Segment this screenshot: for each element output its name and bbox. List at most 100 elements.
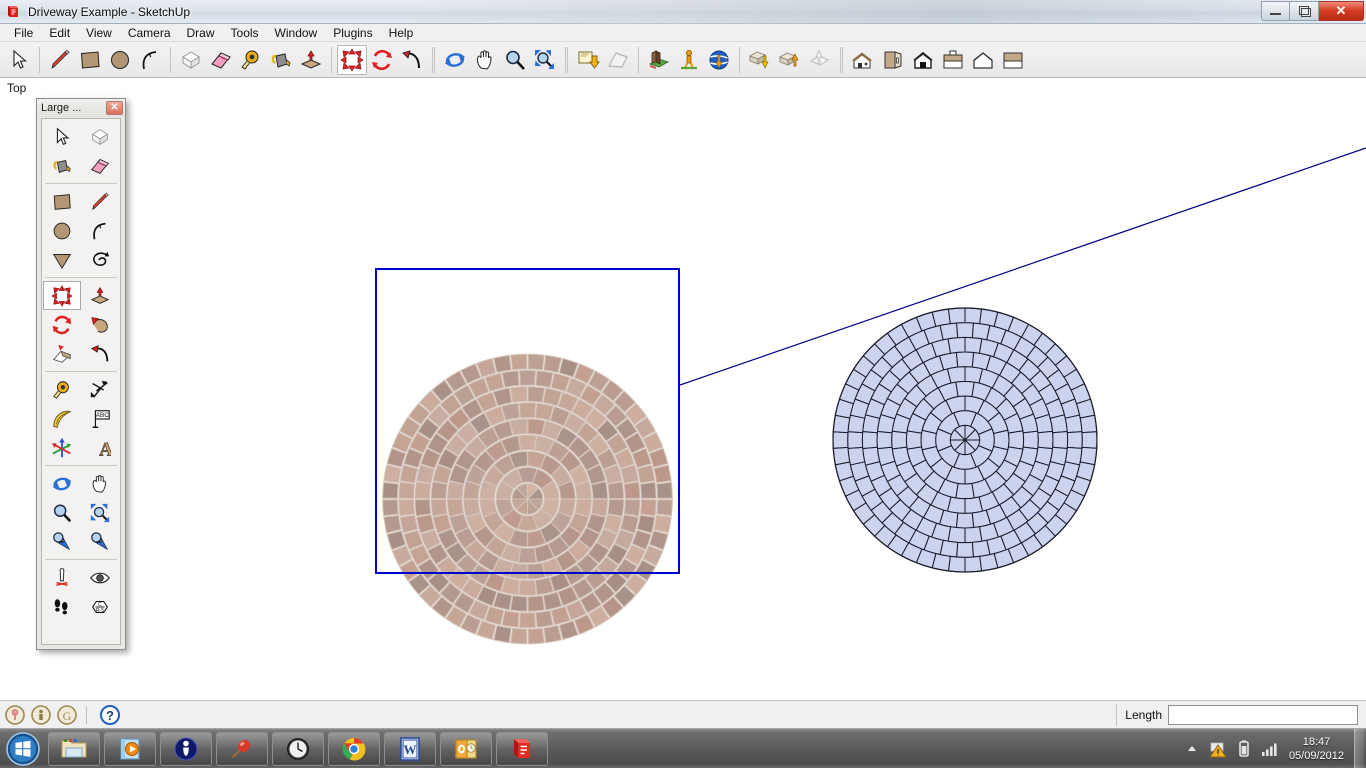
menu-edit[interactable]: Edit: [41, 25, 78, 41]
taskbar-windows-explorer[interactable]: [48, 731, 100, 766]
close-button[interactable]: ✕: [1319, 1, 1364, 21]
eraser-tool-button[interactable]: [206, 45, 236, 75]
help-icon[interactable]: ?: [99, 704, 121, 726]
restore-button[interactable]: [1290, 1, 1319, 21]
taskbar-bluetooth-app[interactable]: [160, 731, 212, 766]
style-xray-button[interactable]: [968, 45, 998, 75]
orbit-tool-button[interactable]: [440, 45, 470, 75]
push-pull-tool-button[interactable]: [296, 45, 326, 75]
view-in-warehouse-tool-button[interactable]: [805, 45, 835, 75]
palette-axes-tool[interactable]: [43, 433, 81, 462]
follow-me-tool-button[interactable]: [397, 45, 427, 75]
paver-circle-photo[interactable]: [375, 268, 680, 645]
palette-position-camera-tool[interactable]: [43, 563, 81, 592]
palette-zoom-window-tool[interactable]: [43, 527, 81, 556]
taskbar-pin-app[interactable]: [216, 731, 268, 766]
menu-camera[interactable]: Camera: [120, 25, 179, 41]
palette-circle-tool[interactable]: [43, 216, 81, 245]
show-hidden-icons-chevron[interactable]: [1182, 739, 1202, 759]
minimize-button[interactable]: [1261, 1, 1290, 21]
make-component-tool-button[interactable]: [176, 45, 206, 75]
palette-text-tool[interactable]: ABC: [81, 404, 119, 433]
palette-arc-tool[interactable]: [81, 216, 119, 245]
palette-close-button[interactable]: ✕: [106, 101, 123, 115]
zoom-tool-button[interactable]: [500, 45, 530, 75]
taskbar-microsoft-outlook[interactable]: [440, 731, 492, 766]
paint-bucket-tool-button[interactable]: [266, 45, 296, 75]
rectangle-tool-button[interactable]: [75, 45, 105, 75]
menu-help[interactable]: Help: [381, 25, 422, 41]
palette-3d-text-tool[interactable]: A: [81, 433, 119, 462]
taskbar-sketchup[interactable]: [496, 731, 548, 766]
palette-freehand-tool[interactable]: [81, 245, 119, 274]
google-icon[interactable]: G: [56, 704, 78, 726]
battery-icon[interactable]: [1234, 739, 1254, 759]
palette-previous-view-tool[interactable]: [81, 527, 119, 556]
palette-polygon-tool[interactable]: [43, 245, 81, 274]
pan-tool-button[interactable]: [470, 45, 500, 75]
palette-tape-measure-tool[interactable]: [43, 375, 81, 404]
photo-textures-tool-button[interactable]: [644, 45, 674, 75]
palette-zoom-tool[interactable]: [43, 498, 81, 527]
style-wireframe-button[interactable]: [938, 45, 968, 75]
palette-protractor-tool[interactable]: [43, 404, 81, 433]
palette-rectangle-tool[interactable]: [43, 187, 81, 216]
menu-plugins[interactable]: Plugins: [325, 25, 380, 41]
geo-location-icon[interactable]: [4, 704, 26, 726]
action-center-warning-icon[interactable]: [1208, 739, 1228, 759]
palette-eraser-tool[interactable]: [81, 151, 119, 180]
palette-push-pull-tool[interactable]: [81, 281, 119, 310]
taskbar-google-chrome[interactable]: [328, 731, 380, 766]
palette-select-tool[interactable]: [43, 122, 81, 151]
start-orb-button[interactable]: [2, 731, 44, 767]
show-desktop-button[interactable]: [1354, 728, 1364, 768]
share-component-tool-button[interactable]: [775, 45, 805, 75]
menu-window[interactable]: Window: [267, 25, 326, 41]
palette-section-plane-tool[interactable]: C R-5: [81, 592, 119, 621]
arc-tool-button[interactable]: [135, 45, 165, 75]
style-shaded-texture-button[interactable]: [848, 45, 878, 75]
position-camera-tool-button[interactable]: [674, 45, 704, 75]
palette-rotate-tool[interactable]: [43, 310, 81, 339]
line-tool-button[interactable]: [45, 45, 75, 75]
person-credit-icon[interactable]: [30, 704, 52, 726]
toggle-terrain-tool-button[interactable]: [603, 45, 633, 75]
palette-look-around-tool[interactable]: [81, 563, 119, 592]
menu-tools[interactable]: Tools: [223, 25, 267, 41]
palette-follow-me-tool[interactable]: [81, 310, 119, 339]
taskbar-microsoft-word[interactable]: W: [384, 731, 436, 766]
style-shaded-button[interactable]: [878, 45, 908, 75]
palette-scale-tool[interactable]: [43, 339, 81, 368]
taskbar-clock-app[interactable]: [272, 731, 324, 766]
palette-line-tool[interactable]: [81, 187, 119, 216]
paver-circle-vector[interactable]: [832, 307, 1098, 573]
palette-offset-tool[interactable]: [81, 339, 119, 368]
rotate-tool-button[interactable]: [367, 45, 397, 75]
palette-make-component-tool[interactable]: [81, 122, 119, 151]
taskbar-windows-media-player[interactable]: [104, 731, 156, 766]
palette-paint-bucket-tool[interactable]: [43, 151, 81, 180]
palette-move-tool[interactable]: [43, 281, 81, 310]
menu-draw[interactable]: Draw: [179, 25, 223, 41]
style-hidden-line-button[interactable]: [908, 45, 938, 75]
length-input[interactable]: [1168, 704, 1358, 725]
palette-pan-tool[interactable]: [81, 469, 119, 498]
palette-orbit-tool[interactable]: [43, 469, 81, 498]
zoom-extents-tool-button[interactable]: [530, 45, 560, 75]
palette-dimension-tool[interactable]: [81, 375, 119, 404]
tape-measure-tool-button[interactable]: [236, 45, 266, 75]
model-viewport[interactable]: Top: [0, 78, 1366, 700]
taskbar-clock[interactable]: 18:47 05/09/2012: [1289, 735, 1344, 763]
network-signal-icon[interactable]: [1260, 739, 1280, 759]
style-monochrome-button[interactable]: [998, 45, 1028, 75]
palette-walk-tool[interactable]: [43, 592, 81, 621]
circle-tool-button[interactable]: [105, 45, 135, 75]
get-models-tool-button[interactable]: [745, 45, 775, 75]
menu-view[interactable]: View: [78, 25, 120, 41]
move-tool-button[interactable]: [337, 44, 367, 75]
large-tool-palette[interactable]: Large ... ✕ ABC C R-5: [36, 98, 126, 650]
add-location-tool-button[interactable]: [573, 45, 603, 75]
palette-zoom-extents-tool[interactable]: [81, 498, 119, 527]
menu-file[interactable]: File: [6, 25, 41, 41]
share-model-tool-button[interactable]: [704, 45, 734, 75]
